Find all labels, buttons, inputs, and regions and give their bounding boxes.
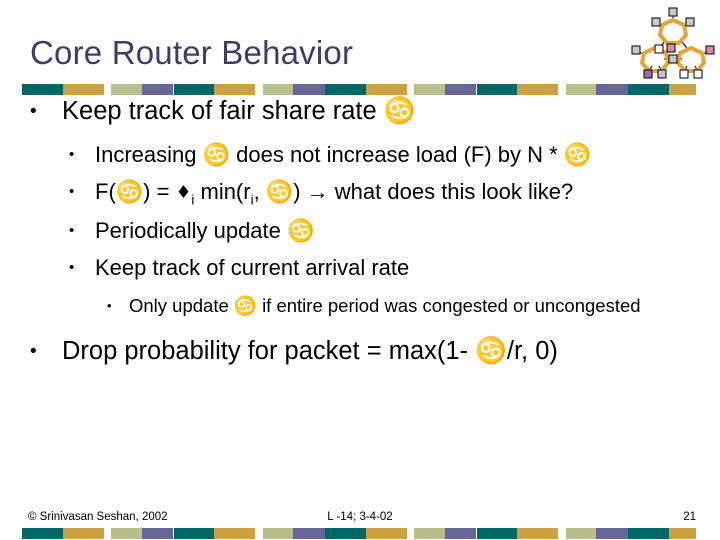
bullet-text-formula: F(♋) = ♦i min(ri, ♋) → what does this lo… <box>95 178 706 208</box>
bullet-text: Drop probability for packet = max(1- ♋/r… <box>62 337 558 365</box>
bullet-text: Increasing ♋ does not increase load (F) … <box>95 142 592 167</box>
bullet-text: Keep track of current arrival rate <box>95 255 410 280</box>
bullet-marker-icon: • <box>69 222 75 239</box>
page-title: Core Router Behavior <box>30 34 354 71</box>
decorative-stripe-bar-bottom <box>22 528 696 539</box>
bullet-marker-icon: • <box>30 341 37 362</box>
formula-part-2: min(r <box>194 179 251 204</box>
bullet-item-increasing-alpha: • Increasing ♋ does not increase load (F… <box>69 141 706 169</box>
bullet-marker-icon: • <box>107 298 112 313</box>
formula-part-3: , ♋) → what does this look like? <box>253 179 574 204</box>
bullet-item-only-update-condition: • Only update ♋ if entire period was con… <box>107 294 680 318</box>
footer-lecture-id: L -14; 3-4-02 <box>327 511 393 523</box>
bullet-item-drop-probability: • Drop probability for packet = max(1- ♋… <box>30 336 706 367</box>
decorative-stripe-bar-top <box>22 84 696 95</box>
bullet-text: Keep track of fair share rate ♋ <box>62 97 416 125</box>
bullet-text: Periodically update ♋ <box>95 218 315 243</box>
footer-page-number: 21 <box>683 511 696 523</box>
bullet-item-load-formula: • F(♋) = ♦i min(ri, ♋) → what does this … <box>69 178 706 208</box>
bullet-marker-icon: • <box>69 183 75 200</box>
bullet-marker-icon: • <box>30 101 37 122</box>
slide-footer: © Srinivasan Seshan, 2002 L -14; 3-4-02 … <box>0 508 720 526</box>
slide-body: • Keep track of fair share rate ♋ • Incr… <box>0 96 720 367</box>
bullet-marker-icon: • <box>69 259 75 276</box>
formula-part-1: F(♋) = <box>95 179 176 204</box>
network-rings-logo <box>628 4 718 84</box>
bullet-item-keep-track-arrival-rate: • Keep track of current arrival rate <box>69 254 706 282</box>
bullet-marker-icon: • <box>69 146 75 163</box>
bullet-item-periodically-update: • Periodically update ♋ <box>69 217 706 245</box>
bullet-text: Only update ♋ if entire period was conge… <box>129 295 641 316</box>
bullet-item-keep-track-fair-share: • Keep track of fair share rate ♋ <box>30 96 706 127</box>
summation-symbol-icon: ♦ <box>175 183 192 203</box>
slide: Core Router Behavior • Keep track of fai… <box>0 0 720 540</box>
